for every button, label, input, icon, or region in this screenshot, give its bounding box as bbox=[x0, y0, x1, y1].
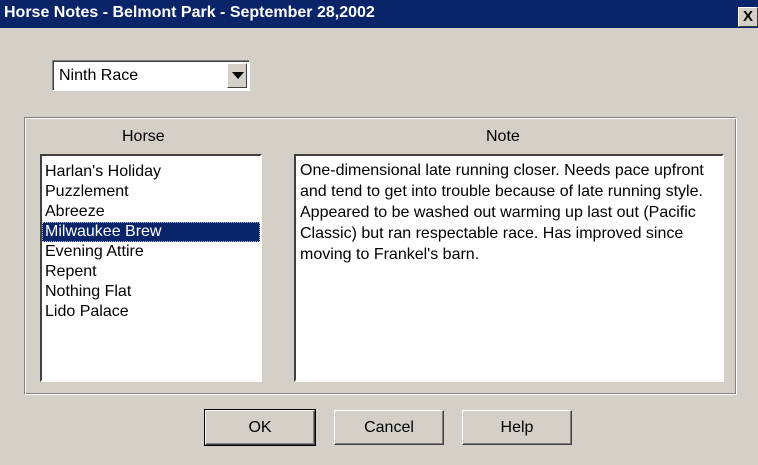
race-select-value: Ninth Race bbox=[59, 67, 139, 84]
horse-notes-dialog: Horse Notes - Belmont Park - September 2… bbox=[0, 0, 758, 465]
help-button[interactable]: Help bbox=[462, 410, 572, 445]
horse-column-header: Horse bbox=[122, 128, 165, 145]
window-title: Horse Notes - Belmont Park - September 2… bbox=[4, 4, 375, 21]
horse-listbox[interactable]: Harlan's Holiday Puzzlement Abreeze Milwauk… bbox=[40, 154, 262, 382]
title-bar[interactable]: Horse Notes - Belmont Park - September 2… bbox=[0, 0, 758, 28]
list-item[interactable]: Puzzlement bbox=[42, 182, 260, 202]
race-select[interactable]: Ninth Race bbox=[52, 60, 250, 91]
list-item[interactable]: Abreeze bbox=[42, 202, 260, 222]
list-item[interactable]: Repent bbox=[42, 262, 260, 282]
close-button[interactable]: X bbox=[738, 7, 758, 27]
note-text: One-dimensional late running closer. Nee… bbox=[300, 162, 704, 263]
list-item[interactable]: Harlan's Holiday bbox=[42, 162, 260, 182]
list-item[interactable]: Lido Palace bbox=[42, 302, 260, 322]
dropdown-arrow-icon[interactable] bbox=[227, 63, 247, 88]
note-textarea[interactable]: One-dimensional late running closer. Nee… bbox=[294, 154, 724, 382]
list-item[interactable]: Milwaukee Brew bbox=[42, 222, 260, 242]
close-icon: X bbox=[742, 8, 753, 25]
list-item[interactable]: Evening Attire bbox=[42, 242, 260, 262]
note-column-header: Note bbox=[486, 128, 520, 145]
ok-button[interactable]: OK bbox=[204, 409, 316, 446]
cancel-button[interactable]: Cancel bbox=[334, 410, 444, 445]
list-item[interactable]: Nothing Flat bbox=[42, 282, 260, 302]
